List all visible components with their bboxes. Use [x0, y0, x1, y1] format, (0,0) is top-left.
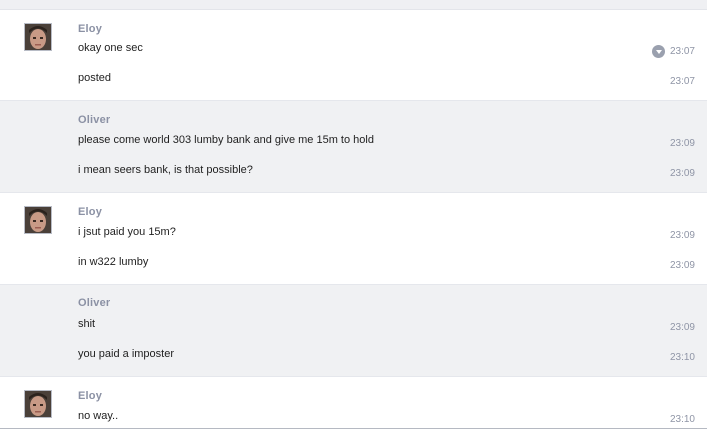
sender-name[interactable]: Eloy — [78, 390, 102, 402]
message-time: 23:09 — [669, 260, 695, 271]
message-time: 23:09 — [669, 322, 695, 333]
message-group-eloy: Eloy no way.. 23:10 — [0, 377, 707, 428]
message-group-oliver: Oliver please come world 303 lumby bank … — [0, 101, 707, 193]
message-text: please come world 303 lumby bank and giv… — [78, 134, 374, 146]
avatar[interactable] — [24, 23, 52, 51]
message-time: 23:09 — [669, 168, 695, 179]
avatar-photo — [25, 24, 51, 50]
thread-top-divider — [0, 0, 707, 10]
avatar[interactable] — [24, 390, 52, 418]
message-text: i jsut paid you 15m? — [78, 226, 176, 238]
message-text: posted — [78, 72, 112, 84]
chevron-down-icon[interactable] — [652, 45, 665, 58]
sender-name[interactable]: Eloy — [78, 23, 102, 35]
message-text: okay one sec — [78, 42, 143, 54]
message-text: you paid a imposter — [78, 348, 174, 360]
message-text: in w322 lumby — [78, 256, 149, 268]
message-time: 23:09 — [669, 230, 695, 241]
message-group-eloy: Eloy okay one sec 23:07 posted 23:07 — [0, 10, 707, 101]
message-time: 23:10 — [669, 352, 695, 363]
avatar-photo — [25, 391, 51, 417]
sender-name[interactable]: Oliver — [78, 114, 110, 126]
message-group-eloy: Eloy i jsut paid you 15m? 23:09 in w322 … — [0, 193, 707, 285]
message-thread: Eloy okay one sec 23:07 posted 23:07 Oli… — [0, 0, 707, 437]
avatar[interactable] — [24, 206, 52, 234]
message-text: i mean seers bank, is that possible? — [78, 164, 253, 176]
message-text: shit — [78, 318, 96, 330]
sender-name[interactable]: Eloy — [78, 206, 102, 218]
message-group-oliver: Oliver shit 23:09 you paid a imposter 23… — [0, 285, 707, 377]
message-time: 23:10 — [669, 414, 695, 425]
sender-name[interactable]: Oliver — [78, 297, 110, 309]
thread-bottom-divider — [0, 428, 707, 429]
message-time: 23:07 — [669, 46, 695, 57]
message-time: 23:09 — [669, 138, 695, 149]
message-text: no way.. — [78, 410, 119, 422]
avatar-photo — [25, 207, 51, 233]
message-time: 23:07 — [669, 76, 695, 87]
